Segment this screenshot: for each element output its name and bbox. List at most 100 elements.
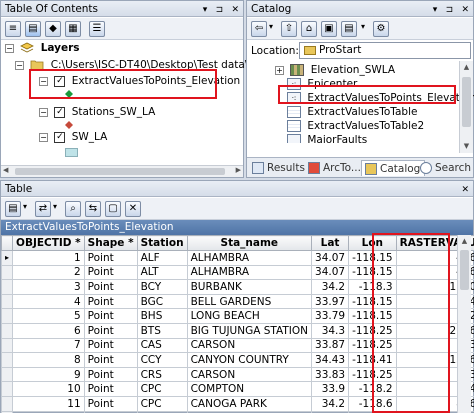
layer-row-stations[interactable]: − ✓ Stations_SW_LA [39, 105, 155, 120]
station-cell[interactable]: ALF [136, 250, 188, 266]
scroll-up-icon[interactable]: ▲ [460, 61, 473, 74]
shape-cell[interactable]: Point [83, 264, 138, 281]
delete-selected-icon[interactable]: ✕ [125, 201, 141, 217]
lat-cell[interactable]: 33.79 [311, 308, 350, 324]
home-icon[interactable]: ⌂ [301, 21, 317, 37]
scroll-thumb[interactable] [15, 168, 225, 175]
row-selector[interactable] [0, 322, 14, 339]
shape-cell[interactable]: Point [83, 250, 138, 266]
row-selector[interactable] [0, 366, 14, 383]
back-icon[interactable]: ⇦ [251, 21, 267, 37]
shape-cell[interactable]: Point [83, 279, 138, 295]
lat-cell[interactable]: 34.07 [311, 264, 350, 281]
sta-name-cell[interactable]: CARSON [186, 366, 313, 383]
layer-visibility-checkbox[interactable]: ✓ [54, 131, 66, 143]
tab-search[interactable]: Search [417, 160, 474, 176]
close-icon[interactable]: ✕ [461, 182, 469, 198]
related-tables-dropdown-icon[interactable]: ▾ [53, 202, 57, 211]
objectid-cell[interactable]: 5 [12, 308, 85, 324]
column-header-lat[interactable]: Lat [311, 235, 350, 251]
expand-icon[interactable]: + [275, 65, 284, 75]
shape-cell[interactable]: Point [83, 337, 138, 354]
shape-cell[interactable]: Point [83, 293, 138, 310]
station-cell[interactable]: CAS [136, 337, 188, 354]
station-cell[interactable]: ALT [136, 264, 188, 281]
pin-icon[interactable]: ▾ [433, 2, 438, 18]
row-selector[interactable]: ▸ [0, 250, 14, 266]
column-header-station[interactable]: Station [136, 235, 188, 251]
up-one-level-icon[interactable]: ⇧ [281, 21, 297, 37]
tab-catalog[interactable]: Catalog [361, 160, 426, 176]
station-cell[interactable]: BCY [136, 279, 188, 295]
layer-visibility-checkbox[interactable]: ✓ [54, 106, 66, 118]
views-dropdown-icon[interactable]: ▾ [361, 22, 365, 31]
sta-name-cell[interactable]: LONG BEACH [186, 308, 313, 324]
scroll-thumb[interactable] [462, 77, 471, 127]
tab-results[interactable]: Results [249, 160, 309, 176]
shape-cell[interactable]: Point [83, 352, 138, 368]
location-combobox[interactable]: ProStart [299, 42, 471, 59]
list-by-drawing-order-icon[interactable]: ≡ [5, 21, 21, 37]
station-cell[interactable]: CPC [136, 381, 188, 397]
lat-cell[interactable]: 33.97 [311, 293, 350, 310]
objectid-cell[interactable]: 11 [12, 395, 85, 412]
lat-cell[interactable]: 34.43 [311, 352, 350, 368]
shape-cell[interactable]: Point [83, 381, 138, 397]
collapse-icon[interactable]: − [39, 107, 48, 117]
tab-arctoolbox[interactable]: ArcTo... [305, 160, 365, 176]
sta-name-cell[interactable]: BELL GARDENS [186, 293, 313, 310]
objectid-cell[interactable]: 9 [12, 366, 85, 383]
sta-name-cell[interactable]: ALHAMBRA [186, 250, 313, 266]
lat-cell[interactable]: 34.2 [311, 395, 350, 412]
scroll-right-icon[interactable]: ▶ [236, 166, 241, 174]
shape-cell[interactable]: Point [83, 322, 138, 339]
pin-icon[interactable]: ▾ [203, 2, 208, 18]
row-selector-header[interactable] [0, 235, 14, 251]
catalog-vertical-scrollbar[interactable]: ▲ ▼ [459, 61, 473, 153]
sta-name-cell[interactable]: CARSON [186, 337, 313, 354]
back-dropdown-icon[interactable]: ▾ [269, 22, 273, 31]
lat-cell[interactable]: 34.2 [311, 279, 350, 295]
table-options-icon[interactable]: ▤ [5, 201, 21, 217]
row-selector[interactable] [0, 352, 14, 368]
catalog-item-major-faults[interactable]: MajorFaults [287, 133, 367, 143]
objectid-cell[interactable]: 3 [12, 279, 85, 295]
column-header-sta-name[interactable]: Sta_name [186, 235, 313, 251]
row-selector[interactable] [0, 279, 14, 295]
close-icon[interactable]: ✕ [231, 2, 239, 18]
toggle-contents-icon[interactable]: ▤ [341, 21, 357, 37]
sta-name-cell[interactable]: ALHAMBRA [186, 264, 313, 281]
select-by-attributes-icon[interactable]: ⌕ [65, 201, 81, 217]
row-selector[interactable] [0, 395, 14, 412]
objectid-cell[interactable]: 4 [12, 293, 85, 310]
list-by-selection-icon[interactable]: ▦ [65, 21, 81, 37]
station-cell[interactable]: BTS [136, 322, 188, 339]
station-cell[interactable]: BHS [136, 308, 188, 324]
layers-node[interactable]: − Layers [5, 41, 80, 56]
layer-symbol-row[interactable] [65, 147, 78, 162]
connect-folder-icon[interactable]: ▣ [321, 21, 337, 37]
scroll-down-icon[interactable]: ▼ [460, 140, 473, 153]
collapse-icon[interactable]: − [39, 132, 48, 142]
sta-name-cell[interactable]: BURBANK [186, 279, 313, 295]
collapse-icon[interactable]: − [5, 43, 14, 53]
column-header-objectid[interactable]: OBJECTID * [12, 235, 85, 251]
options-icon[interactable]: ☰ [89, 21, 105, 37]
row-selector[interactable] [0, 293, 14, 310]
objectid-cell[interactable]: 8 [12, 352, 85, 368]
lat-cell[interactable]: 33.87 [311, 337, 350, 354]
lat-cell[interactable]: 34.3 [311, 322, 350, 339]
row-selector[interactable] [0, 381, 14, 397]
list-by-visibility-icon[interactable]: ◆ [45, 21, 61, 37]
clear-selection-icon[interactable]: ▢ [105, 201, 121, 217]
sta-name-cell[interactable]: BIG TUJUNGA STATION [186, 322, 313, 339]
collapse-icon[interactable]: − [15, 60, 24, 70]
objectid-cell[interactable]: 1 [12, 250, 85, 266]
objectid-cell[interactable]: 7 [12, 337, 85, 354]
related-tables-icon[interactable]: ⇄ [35, 201, 51, 217]
sta-name-cell[interactable]: CANYON COUNTRY [186, 352, 313, 368]
lat-cell[interactable]: 34.07 [311, 250, 350, 266]
catalog-item-extract-table[interactable]: ExtractValuesToTable [287, 105, 417, 120]
station-cell[interactable]: BGC [136, 293, 188, 310]
scroll-up-icon[interactable]: ▲ [458, 235, 471, 248]
